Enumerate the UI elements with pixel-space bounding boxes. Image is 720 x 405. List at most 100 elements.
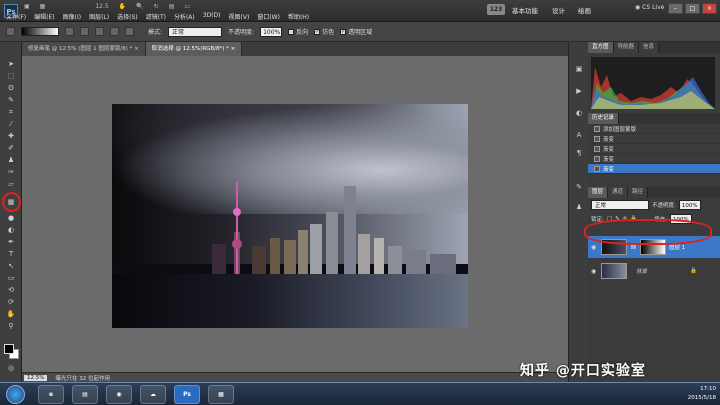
- workspace-design[interactable]: 设计: [552, 5, 565, 15]
- explorer-taskbar-icon[interactable]: ▤: [72, 385, 98, 404]
- layer-opacity-label: 不透明度:: [652, 203, 676, 209]
- folder-taskbar-icon[interactable]: ▦: [208, 385, 234, 404]
- tab-info[interactable]: 信息: [639, 42, 660, 53]
- radial-gradient-icon[interactable]: [80, 27, 89, 36]
- eyedropper-tool-icon[interactable]: ⁄: [6, 120, 16, 129]
- workspace-basic[interactable]: 基本功能: [512, 5, 538, 15]
- menu-filter[interactable]: 滤镜(T): [146, 12, 166, 21]
- cs-live-button[interactable]: ◉ CS Live: [635, 4, 664, 11]
- menu-file[interactable]: 文件(F): [6, 12, 26, 21]
- mode-select[interactable]: 正常: [168, 26, 223, 37]
- minimize-button[interactable]: –: [668, 3, 683, 14]
- transparency-checkbox[interactable]: ✓ 透明区域: [340, 27, 372, 36]
- history-item[interactable]: 渐变: [588, 134, 720, 144]
- close-button[interactable]: ×: [702, 3, 717, 14]
- visibility-eye-icon[interactable]: ◉: [591, 268, 598, 275]
- zoom-field[interactable]: 12.5%: [24, 374, 48, 381]
- minibridge-icon[interactable]: ▦: [40, 3, 46, 10]
- marquee-tool-icon[interactable]: ⬚: [6, 72, 16, 81]
- paragraph-icon[interactable]: ¶: [574, 148, 584, 158]
- workspace-paint[interactable]: 绘画: [578, 5, 591, 15]
- bridge-icon[interactable]: ▣: [24, 3, 30, 10]
- pen-tool-icon[interactable]: ✒: [6, 238, 16, 247]
- player-taskbar-icon[interactable]: ◉: [106, 385, 132, 404]
- actions-icon[interactable]: ▶: [574, 86, 584, 96]
- clone-source-icon[interactable]: ♟: [574, 202, 584, 212]
- ie-taskbar-icon[interactable]: e: [38, 385, 64, 404]
- zoom-tool-icon[interactable]: ⚲: [6, 322, 16, 331]
- tab-history[interactable]: 历史记录: [588, 113, 620, 124]
- visibility-eye-icon[interactable]: ◉: [591, 244, 598, 251]
- history-item[interactable]: 渐变: [588, 154, 720, 164]
- menu-layer[interactable]: 图层(L): [89, 12, 109, 21]
- clone-stamp-tool-icon[interactable]: ♟: [6, 156, 16, 165]
- canvas-area[interactable]: [22, 56, 568, 372]
- start-button[interactable]: [6, 385, 25, 404]
- layer-row-background[interactable]: ◉ 背景 🔒: [588, 260, 720, 282]
- diamond-gradient-icon[interactable]: [125, 27, 134, 36]
- menu-analysis[interactable]: 分析(A): [174, 12, 195, 21]
- angle-gradient-icon[interactable]: [95, 27, 104, 36]
- history-item[interactable]: 添加图层蒙版: [588, 124, 720, 134]
- quick-select-tool-icon[interactable]: ✎: [6, 96, 16, 105]
- mini-bridge-icon[interactable]: ▣: [574, 64, 584, 74]
- history-item-selected[interactable]: 渐变: [588, 164, 720, 174]
- lasso-tool-icon[interactable]: ʘ: [6, 84, 16, 93]
- tab-histogram[interactable]: 直方图: [588, 42, 614, 53]
- arrange-docs-icon[interactable]: ▤: [169, 3, 175, 10]
- menu-window[interactable]: 窗口(W): [257, 12, 280, 21]
- menu-3d[interactable]: 3D(D): [203, 12, 221, 21]
- layer-opacity-input[interactable]: 100%: [678, 200, 701, 210]
- tab-deselect-doc[interactable]: 取消选择 @ 12.5%(RGB/8*) * ×: [145, 42, 243, 56]
- top-zoom-level[interactable]: 12.5: [95, 3, 108, 10]
- menu-help[interactable]: 帮助(H): [288, 12, 309, 21]
- 3d-rotate-tool-icon[interactable]: ⟲: [6, 286, 16, 295]
- tab-navigator[interactable]: 导航器: [613, 42, 640, 53]
- tab-healing-brush-doc[interactable]: 修复画笔 @ 12.5% (图层 1 图层蒙版/8) * ×: [22, 42, 146, 56]
- dodge-tool-icon[interactable]: ◐: [6, 226, 16, 235]
- history-brush-tool-icon[interactable]: ✑: [6, 168, 16, 177]
- maximize-button[interactable]: □: [685, 3, 700, 14]
- tool-preset-icon[interactable]: [6, 27, 15, 36]
- 3d-orbit-tool-icon[interactable]: ⟳: [6, 298, 16, 307]
- character-icon[interactable]: A: [574, 130, 584, 140]
- rotate-view-icon[interactable]: ↻: [154, 3, 159, 10]
- foreground-color-swatch[interactable]: [4, 344, 14, 354]
- hand-icon[interactable]: ✋: [119, 3, 126, 10]
- workspace-badge[interactable]: 123: [487, 4, 505, 15]
- history-panel-tabs: 历史记录: [588, 113, 720, 124]
- zoom-icon[interactable]: 🔍: [136, 3, 143, 10]
- healing-brush-tool-icon[interactable]: ✚: [6, 132, 16, 141]
- brush-tool-icon[interactable]: ✐: [6, 144, 16, 153]
- adjustments-icon[interactable]: ◐: [574, 108, 584, 118]
- screen-mode-icon[interactable]: ▭: [184, 3, 190, 10]
- document-image[interactable]: [112, 104, 468, 328]
- dither-checkbox[interactable]: ✓ 仿色: [314, 27, 334, 36]
- tab-paths[interactable]: 路径: [628, 187, 649, 198]
- type-tool-icon[interactable]: T: [6, 250, 16, 259]
- crop-tool-icon[interactable]: ⌗: [6, 108, 16, 117]
- reflected-gradient-icon[interactable]: [110, 27, 119, 36]
- path-select-tool-icon[interactable]: ↖: [6, 262, 16, 271]
- menu-edit[interactable]: 编辑(E): [34, 12, 54, 21]
- hand-tool-icon[interactable]: ✋: [6, 310, 16, 319]
- blend-mode-select[interactable]: 正常: [591, 200, 649, 210]
- menu-select[interactable]: 选择(S): [117, 12, 138, 21]
- gradient-swatch[interactable]: [21, 27, 59, 36]
- photoshop-taskbar-icon[interactable]: Ps: [174, 385, 200, 404]
- shape-tool-icon[interactable]: ▭: [6, 274, 16, 283]
- brushes-icon[interactable]: ✎: [574, 182, 584, 192]
- linear-gradient-icon[interactable]: [65, 27, 74, 36]
- blur-tool-icon[interactable]: ●: [6, 214, 16, 223]
- app-taskbar-icon[interactable]: ☁: [140, 385, 166, 404]
- quick-mask-icon[interactable]: ◎: [6, 364, 16, 373]
- tab-channels[interactable]: 通道: [608, 187, 629, 198]
- tab-layers[interactable]: 图层: [588, 187, 609, 198]
- history-item[interactable]: 渐变: [588, 144, 720, 154]
- eraser-tool-icon[interactable]: ▱: [6, 180, 16, 189]
- menu-image[interactable]: 图像(I): [63, 12, 81, 21]
- menu-view[interactable]: 视图(V): [229, 12, 250, 21]
- move-tool-icon[interactable]: ➤: [6, 60, 16, 69]
- opacity-input[interactable]: 100%: [260, 26, 283, 37]
- reverse-checkbox[interactable]: 反向: [288, 27, 308, 36]
